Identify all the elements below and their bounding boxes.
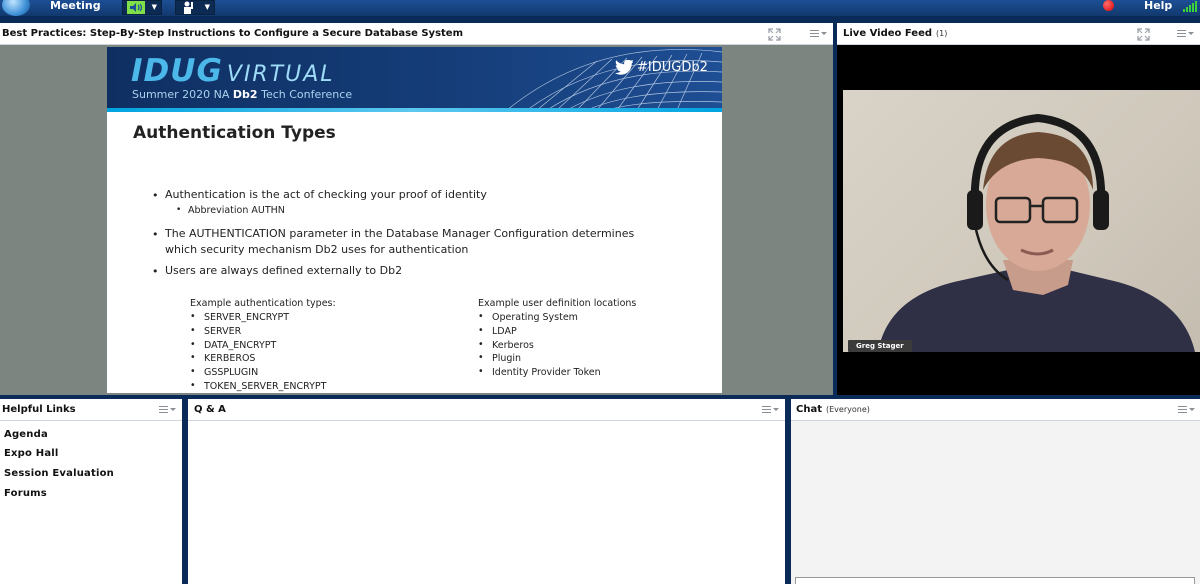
bullet-icon: • bbox=[190, 366, 196, 378]
brand-suffix: VIRTUAL bbox=[226, 62, 335, 87]
presenter-silhouette bbox=[878, 113, 1195, 352]
presenter-video[interactable]: Greg Stager bbox=[843, 90, 1200, 352]
pod-menu-icon[interactable] bbox=[762, 404, 779, 416]
pod-title: Best Practices: Step-By-Step Instruction… bbox=[2, 28, 464, 39]
speaker-icon bbox=[127, 1, 145, 14]
left-list-heading: Example authentication types: bbox=[190, 298, 336, 309]
pod-title: Helpful Links bbox=[2, 404, 76, 415]
presentation-pod: Best Practices: Step-By-Step Instruction… bbox=[0, 23, 833, 395]
bullet-icon: • bbox=[190, 352, 196, 364]
right-list-heading: Example user definition locations bbox=[478, 298, 637, 309]
chat-message-input[interactable] bbox=[795, 577, 1195, 584]
bullet-text-continued: which security mechanism Db2 uses for au… bbox=[165, 243, 469, 256]
pod-title: Live Video Feed (1) bbox=[843, 28, 947, 39]
slide-heading: Authentication Types bbox=[133, 123, 336, 143]
list-item: Kerberos bbox=[492, 339, 534, 351]
bullet-icon: • bbox=[190, 311, 196, 322]
list-item: SERVER bbox=[204, 325, 242, 337]
bullet-text: Authentication is the act of checking yo… bbox=[165, 188, 487, 201]
meeting-menu[interactable]: Meeting bbox=[50, 0, 101, 16]
twitter-icon bbox=[615, 60, 633, 75]
audio-button[interactable]: ▼ bbox=[122, 0, 162, 15]
chat-audience: (Everyone) bbox=[826, 405, 870, 414]
fullscreen-icon[interactable] bbox=[768, 28, 781, 41]
top-toolbar: Meeting ▼ ▼ Help bbox=[0, 0, 1200, 16]
pod-header: Q & A bbox=[188, 399, 785, 421]
bullet-icon: • bbox=[190, 324, 196, 336]
pod-menu-icon[interactable] bbox=[1178, 404, 1195, 416]
record-indicator-icon[interactable] bbox=[1103, 0, 1114, 11]
chevron-down-icon[interactable]: ▼ bbox=[152, 3, 157, 11]
qa-pod: Q & A bbox=[188, 399, 785, 584]
bullet-icon: • bbox=[152, 265, 159, 278]
slide: IDUG VIRTUAL Summer 2020 NA Db2 Tech Conf… bbox=[107, 47, 722, 393]
list-item: TOKEN_SERVER_ENCRYPT bbox=[204, 381, 327, 392]
raise-hand-icon bbox=[184, 1, 193, 14]
list-item: Operating System bbox=[492, 312, 578, 323]
pod-menu-icon[interactable] bbox=[810, 28, 827, 40]
bullet-icon: • bbox=[152, 228, 159, 241]
brand-name: IDUG bbox=[131, 53, 223, 89]
list-item: Identity Provider Token bbox=[492, 367, 601, 379]
bullet-icon: • bbox=[478, 324, 484, 336]
helpful-links-pod: Helpful Links Agenda Expo Hall Session E… bbox=[0, 399, 182, 584]
pod-menu-icon[interactable] bbox=[159, 404, 176, 416]
subtitle-part: Summer 2020 NA bbox=[132, 88, 233, 101]
pod-title: Q & A bbox=[194, 404, 226, 415]
bullet-text: The AUTHENTICATION parameter in the Data… bbox=[165, 227, 635, 240]
app-logo-icon bbox=[2, 0, 30, 16]
fullscreen-icon[interactable] bbox=[1137, 28, 1150, 41]
pod-title-text: Chat bbox=[796, 404, 822, 415]
bullet-icon: • bbox=[478, 366, 484, 378]
chat-pod: Chat (Everyone) bbox=[791, 399, 1200, 584]
video-area: Greg Stager bbox=[837, 45, 1200, 395]
help-menu[interactable]: Help bbox=[1144, 0, 1172, 16]
list-item: KERBEROS bbox=[204, 353, 256, 365]
pod-header: Helpful Links bbox=[0, 399, 182, 421]
building-graphic bbox=[506, 49, 722, 110]
presentation-area: IDUG VIRTUAL Summer 2020 NA Db2 Tech Conf… bbox=[0, 45, 833, 395]
pod-header: Chat (Everyone) bbox=[791, 399, 1200, 421]
link-forums[interactable]: Forums bbox=[4, 488, 47, 499]
brand-logo: IDUG VIRTUAL bbox=[131, 53, 335, 89]
link-session-evaluation[interactable]: Session Evaluation bbox=[4, 468, 114, 479]
sub-bullet-text: Abbreviation AUTHN bbox=[188, 205, 285, 216]
bullet-icon: • bbox=[190, 338, 196, 350]
pod-header: Best Practices: Step-By-Step Instruction… bbox=[0, 23, 833, 45]
slide-banner: IDUG VIRTUAL Summer 2020 NA Db2 Tech Conf… bbox=[107, 47, 722, 110]
bullet-icon: • bbox=[190, 380, 196, 391]
conference-subtitle: Summer 2020 NA Db2 Tech Conference bbox=[132, 88, 352, 101]
chevron-down-icon[interactable]: ▼ bbox=[205, 3, 210, 11]
list-item: DATA_ENCRYPT bbox=[204, 339, 277, 351]
status-button[interactable]: ▼ bbox=[175, 0, 215, 15]
meeting-app: Meeting ▼ ▼ Help Best Practices: Step-By… bbox=[0, 0, 1200, 584]
pod-header: Live Video Feed (1) bbox=[837, 23, 1200, 45]
bullet-icon: • bbox=[478, 311, 484, 322]
presenter-name-label: Greg Stager bbox=[848, 340, 912, 352]
hashtag: #IDUGDb2 bbox=[637, 60, 708, 75]
list-item: SERVER_ENCRYPT bbox=[204, 312, 290, 323]
link-agenda[interactable]: Agenda bbox=[4, 429, 48, 440]
connection-signal-icon bbox=[1183, 1, 1197, 12]
banner-accent-line bbox=[107, 108, 722, 112]
subtitle-bold: Db2 bbox=[232, 88, 258, 101]
pod-title: Chat (Everyone) bbox=[796, 404, 870, 415]
bullet-text: Users are always defined externally to D… bbox=[165, 264, 403, 277]
pod-title-text: Live Video Feed bbox=[843, 28, 933, 39]
video-pod: Live Video Feed (1) Greg Stager bbox=[837, 23, 1200, 395]
list-item: Plugin bbox=[492, 353, 522, 365]
bullet-icon: • bbox=[478, 352, 484, 364]
list-item: LDAP bbox=[492, 325, 517, 337]
participant-count: (1) bbox=[936, 29, 948, 38]
bullet-icon: • bbox=[152, 189, 159, 202]
pod-menu-icon[interactable] bbox=[1177, 28, 1194, 40]
link-expo-hall[interactable]: Expo Hall bbox=[4, 448, 59, 459]
list-item: GSSPLUGIN bbox=[204, 367, 259, 379]
bullet-icon: • bbox=[176, 205, 182, 215]
bullet-icon: • bbox=[478, 338, 484, 350]
subtitle-part: Tech Conference bbox=[257, 88, 353, 101]
